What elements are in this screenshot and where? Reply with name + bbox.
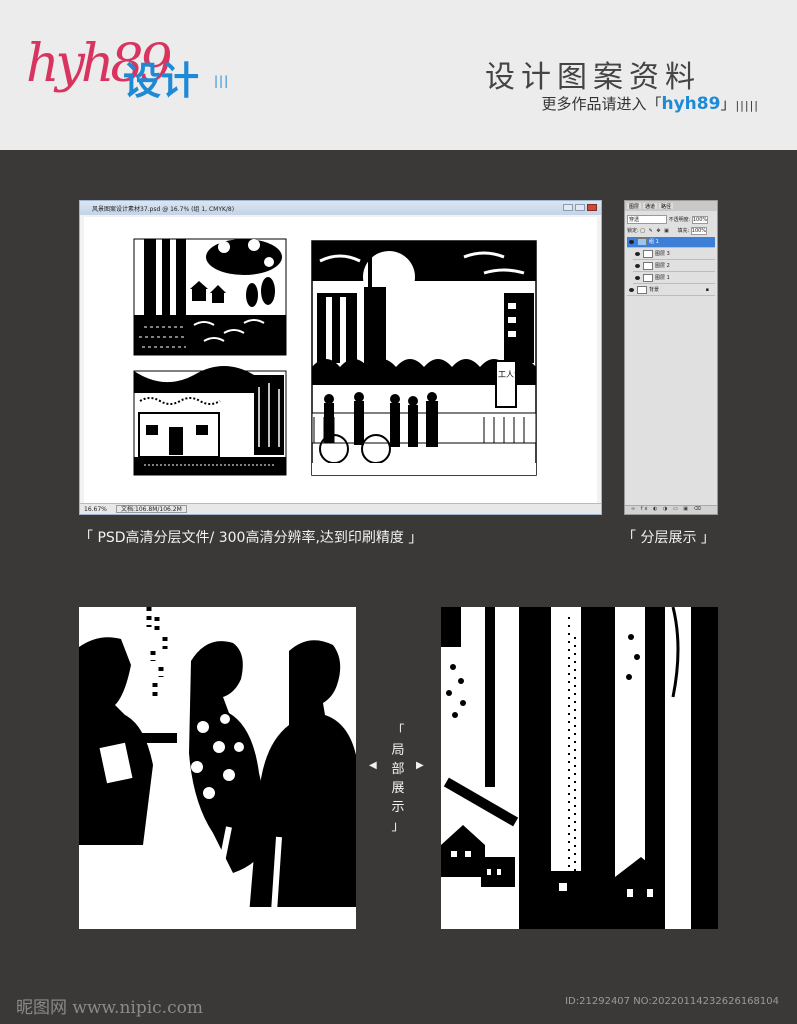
visibility-eye-icon[interactable] bbox=[635, 276, 640, 280]
visibility-eye-icon[interactable] bbox=[635, 264, 640, 268]
close-button[interactable] bbox=[587, 204, 597, 211]
fill-label: 填充: bbox=[677, 228, 690, 234]
document-canvas[interactable]: 工人食堂 bbox=[84, 217, 597, 503]
layer-name: 图层 2 bbox=[655, 263, 670, 269]
caption-psd-info: 「 PSD高清分层文件/ 300高清分辨率,达到印刷精度 」 bbox=[79, 530, 423, 546]
tab-layers[interactable]: 图层 bbox=[627, 203, 642, 210]
artwork-panel-factory-workers: 工人食堂 bbox=[311, 240, 537, 476]
window-title: 风景图案设计素材37.psd @ 16.7% (组 1, CMYK/8) bbox=[92, 206, 235, 213]
opacity-value[interactable]: 100% bbox=[691, 216, 709, 224]
artwork-panel-house bbox=[133, 366, 287, 476]
layer-row-3[interactable]: 图层 3 bbox=[633, 249, 715, 260]
layer-thumbnail bbox=[643, 274, 653, 282]
layer-row-background[interactable]: 背景 ▪ bbox=[627, 285, 715, 296]
bracket-close: 」 bbox=[391, 819, 405, 834]
visibility-eye-icon[interactable] bbox=[629, 240, 634, 244]
layer-thumbnail bbox=[643, 250, 653, 258]
artwork-sign-text: 工人食堂 bbox=[498, 369, 530, 379]
window-titlebar[interactable]: 风景图案设计素材37.psd @ 16.7% (组 1, CMYK/8) bbox=[80, 201, 601, 215]
logo-chinese: 设计 bbox=[123, 59, 200, 103]
page-title: 设计图案资料 bbox=[485, 60, 701, 95]
photoshop-document-window[interactable]: 风景图案设计素材37.psd @ 16.7% (组 1, CMYK/8) 工人食… bbox=[79, 200, 602, 515]
workers-detail-image bbox=[79, 607, 356, 929]
zoom-level[interactable]: 16.67% bbox=[84, 506, 107, 513]
brand-logo: hyh89 设计 ||| bbox=[18, 28, 238, 128]
layer-row-1[interactable]: 图层 1 bbox=[633, 273, 715, 284]
detail-char-1: 局 bbox=[391, 743, 405, 758]
detail-char-4: 示 bbox=[391, 800, 405, 815]
bracket-open: 「 bbox=[391, 724, 405, 739]
layer-row-group1[interactable]: 组 1 bbox=[627, 237, 715, 248]
bars-icon: ||||| bbox=[735, 99, 759, 112]
detail-crop-trees bbox=[441, 607, 718, 929]
detail-char-2: 部 bbox=[391, 762, 405, 777]
minimize-button[interactable] bbox=[563, 204, 573, 211]
visibility-eye-icon[interactable] bbox=[635, 252, 640, 256]
detail-label: 「 局 部 展 示 」 bbox=[383, 722, 413, 834]
logo-bars-icon: ||| bbox=[214, 74, 230, 88]
layer-name: 组 1 bbox=[649, 239, 659, 245]
layer-name: 图层 1 bbox=[655, 275, 670, 281]
lock-fill-row: 锁定: □ ✎ ✥ ▣ 填充: 100% bbox=[627, 227, 708, 235]
status-bar: 16.67% 文档:106.8M/106.2M bbox=[80, 503, 601, 514]
document-size[interactable]: 文档:106.8M/106.2M bbox=[116, 505, 187, 513]
subtitle-suffix: 」 bbox=[720, 95, 736, 113]
footer-watermark: 昵图网 www.nipic.com bbox=[16, 998, 203, 1018]
artwork-panel-trees-lake bbox=[133, 238, 287, 356]
layers-panel[interactable]: 图层 通道 路径 穿透 不透明度: 100% 锁定: □ ✎ ✥ ▣ 填充: 1… bbox=[624, 200, 718, 515]
artwork-preview: 工人食堂 bbox=[133, 238, 537, 476]
blend-mode-select[interactable]: 穿透 bbox=[627, 215, 667, 224]
detail-char-3: 展 bbox=[391, 781, 405, 796]
caption-layers: 「 分层展示 」 bbox=[622, 530, 715, 546]
layer-row-2[interactable]: 图层 2 bbox=[633, 261, 715, 272]
layer-name: 图层 3 bbox=[655, 251, 670, 257]
lock-label: 锁定: bbox=[627, 228, 639, 234]
layer-name: 背景 bbox=[649, 287, 660, 293]
opacity-label: 不透明度: bbox=[668, 217, 691, 223]
blend-opacity-row: 穿透 不透明度: 100% bbox=[627, 215, 709, 224]
subtitle-brand-link[interactable]: hyh89 bbox=[662, 94, 721, 114]
footer-image-id: ID:21292407 NO:20220114232626168104 bbox=[565, 996, 779, 1007]
maximize-button[interactable] bbox=[575, 204, 585, 211]
detail-crop-workers bbox=[79, 607, 356, 929]
layers-panel-footer: ∞ fx ◐ ◑ ▭ ▣ ⌫ bbox=[625, 505, 717, 514]
subtitle-prefix: 更多作品请进入「 bbox=[541, 95, 662, 113]
layer-thumbnail bbox=[643, 262, 653, 270]
tab-paths[interactable]: 路径 bbox=[659, 203, 674, 210]
folder-icon bbox=[637, 238, 647, 246]
tab-channels[interactable]: 通道 bbox=[643, 203, 658, 210]
layers-panel-tabs: 图层 通道 路径 bbox=[625, 201, 717, 211]
arrow-left-icon: ◀ bbox=[369, 760, 377, 771]
layer-actions-icons[interactable]: ∞ fx ◐ ◑ ▭ ▣ ⌫ bbox=[631, 506, 703, 512]
visibility-eye-icon[interactable] bbox=[629, 288, 634, 292]
trees-detail-image bbox=[441, 607, 718, 929]
fill-value[interactable]: 100% bbox=[690, 227, 708, 235]
subtitle: 更多作品请进入「hyh89」||||| bbox=[541, 93, 759, 114]
lock-icons[interactable]: □ ✎ ✥ ▣ bbox=[640, 228, 670, 234]
arrow-right-icon: ▶ bbox=[416, 760, 424, 771]
lock-icon: ▪ bbox=[705, 287, 709, 293]
layer-thumbnail bbox=[637, 286, 647, 294]
